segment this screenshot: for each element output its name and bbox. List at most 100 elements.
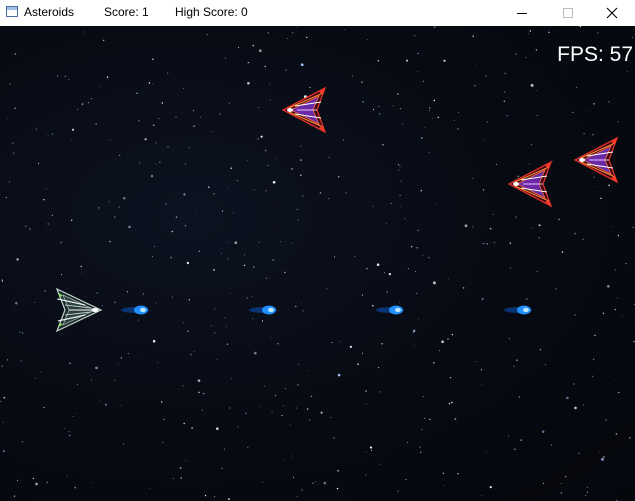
star (507, 435, 509, 437)
star (126, 291, 128, 293)
star (66, 476, 68, 477)
game-canvas[interactable]: FPS: 57 (0, 26, 635, 501)
star (453, 120, 455, 121)
star (230, 167, 232, 169)
star (76, 383, 78, 386)
star (45, 188, 47, 190)
star (423, 80, 425, 82)
star (225, 326, 227, 328)
star (593, 103, 595, 105)
star (383, 272, 386, 274)
star (257, 107, 259, 108)
star (608, 184, 610, 187)
star (71, 128, 75, 131)
star (32, 477, 35, 480)
star (492, 214, 494, 215)
star (16, 258, 19, 261)
star (485, 75, 487, 77)
star (574, 406, 577, 410)
star (37, 162, 40, 164)
star (106, 76, 109, 78)
star (481, 494, 483, 496)
star (306, 36, 308, 39)
star (74, 487, 76, 489)
star (407, 268, 409, 270)
star (592, 375, 594, 377)
star (361, 352, 364, 354)
star (372, 205, 374, 207)
star (257, 138, 259, 140)
star (489, 227, 492, 230)
star (424, 417, 426, 419)
star (515, 216, 517, 218)
star (272, 259, 274, 261)
star (486, 451, 488, 453)
star (175, 116, 177, 118)
window-title: Asteroids (24, 5, 75, 19)
star (578, 452, 580, 454)
star (246, 297, 248, 299)
star (333, 437, 335, 439)
star (162, 441, 164, 443)
star (542, 482, 545, 485)
star (7, 117, 9, 119)
star (437, 116, 440, 119)
star (564, 475, 567, 478)
maximize-icon (563, 8, 573, 18)
star (402, 394, 403, 396)
star (213, 193, 215, 195)
star (560, 492, 563, 494)
star (21, 441, 24, 443)
star (296, 26, 298, 28)
star (300, 174, 302, 176)
star (77, 108, 79, 110)
star (365, 451, 367, 453)
star (600, 197, 602, 199)
star (525, 56, 527, 58)
star (484, 139, 485, 140)
star (230, 292, 231, 294)
star (378, 105, 380, 107)
title-bar[interactable]: Asteroids Score: 1 High Score: 0 (0, 0, 635, 26)
star (594, 334, 596, 337)
star (614, 380, 616, 382)
star (420, 451, 422, 453)
star (24, 225, 27, 228)
star (271, 411, 273, 413)
star (68, 79, 70, 80)
star (443, 485, 445, 487)
star (382, 144, 384, 146)
star (7, 359, 8, 361)
star (152, 256, 153, 257)
maximize-button[interactable] (545, 0, 591, 26)
star (2, 421, 4, 423)
star (300, 145, 302, 147)
star (203, 392, 205, 395)
star (530, 143, 533, 146)
star (380, 463, 381, 465)
star (386, 223, 387, 224)
star (289, 424, 291, 426)
star (308, 419, 311, 421)
star (261, 320, 264, 322)
star (191, 427, 194, 430)
star (157, 362, 159, 363)
star (611, 225, 612, 227)
projectile-4 (504, 305, 532, 315)
star (224, 317, 226, 319)
star (414, 35, 416, 37)
minimize-icon (517, 13, 527, 14)
projectile-2 (249, 305, 277, 315)
close-button[interactable] (589, 0, 635, 26)
minimize-button[interactable] (499, 0, 545, 26)
star (330, 417, 332, 418)
star (509, 267, 511, 269)
star (582, 238, 584, 240)
star (224, 57, 226, 59)
star (120, 357, 123, 359)
star (449, 376, 452, 379)
star (429, 418, 431, 421)
star (17, 479, 18, 481)
star (171, 230, 174, 233)
star (607, 285, 610, 288)
